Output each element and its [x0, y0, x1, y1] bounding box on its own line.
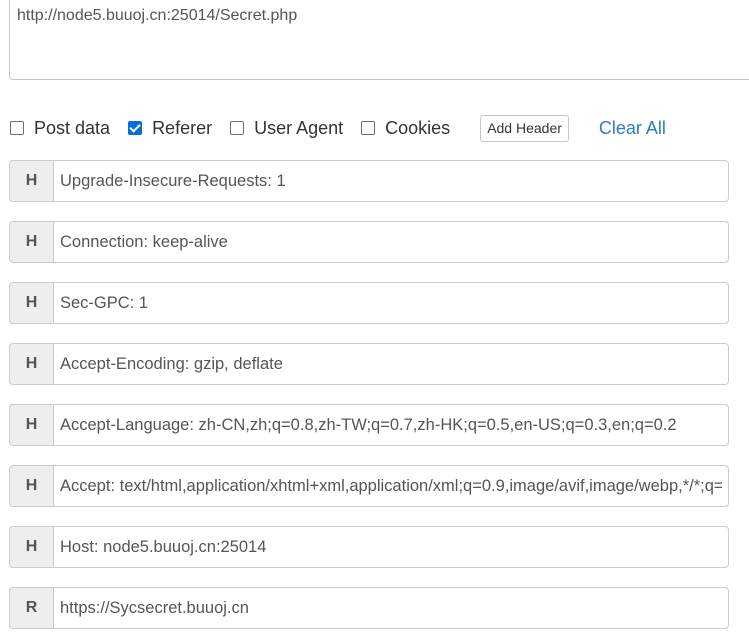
referer-label: Referer [152, 117, 213, 138]
user-agent-checkbox[interactable] [230, 121, 245, 135]
post-data-option[interactable]: Post data [10, 118, 110, 139]
options-row: Post data Referer User Agent Cookies Add… [10, 112, 666, 144]
cookies-label: Cookies [385, 117, 451, 138]
header-type-badge: H [9, 282, 53, 324]
header-row: H [9, 282, 729, 324]
header-type-badge: H [9, 221, 53, 263]
header-row: H [9, 526, 729, 568]
post-data-label: Post data [34, 117, 111, 138]
referer-option[interactable]: Referer [128, 118, 212, 139]
header-row: H [9, 404, 729, 446]
header-input[interactable] [53, 526, 729, 568]
header-input[interactable] [53, 404, 729, 446]
header-type-badge: H [9, 526, 53, 568]
clear-all-link[interactable]: Clear All [599, 118, 666, 139]
user-agent-label: User Agent [254, 117, 344, 138]
header-row: H [9, 160, 729, 202]
referer-checkbox[interactable] [128, 121, 143, 135]
url-input[interactable]: http://node5.buuoj.cn:25014/Secret.php [9, 0, 749, 80]
add-header-button[interactable]: Add Header [480, 114, 569, 142]
header-input[interactable] [53, 282, 729, 324]
header-type-badge: H [9, 343, 53, 385]
header-input[interactable] [53, 160, 729, 202]
referer-row: R [9, 587, 729, 629]
header-list: H H H H H H H R [9, 160, 729, 629]
header-input[interactable] [53, 221, 729, 263]
referer-type-badge: R [9, 587, 53, 629]
cookies-option[interactable]: Cookies [361, 118, 450, 139]
header-type-badge: H [9, 160, 53, 202]
header-input[interactable] [53, 465, 729, 507]
header-type-badge: H [9, 465, 53, 507]
post-data-checkbox[interactable] [10, 121, 24, 135]
referer-input[interactable] [53, 587, 729, 629]
header-row: H [9, 465, 729, 507]
cookies-checkbox[interactable] [361, 121, 376, 135]
header-row: H [9, 221, 729, 263]
header-row: H [9, 343, 729, 385]
user-agent-option[interactable]: User Agent [230, 118, 343, 139]
header-input[interactable] [53, 343, 729, 385]
header-type-badge: H [9, 404, 53, 446]
